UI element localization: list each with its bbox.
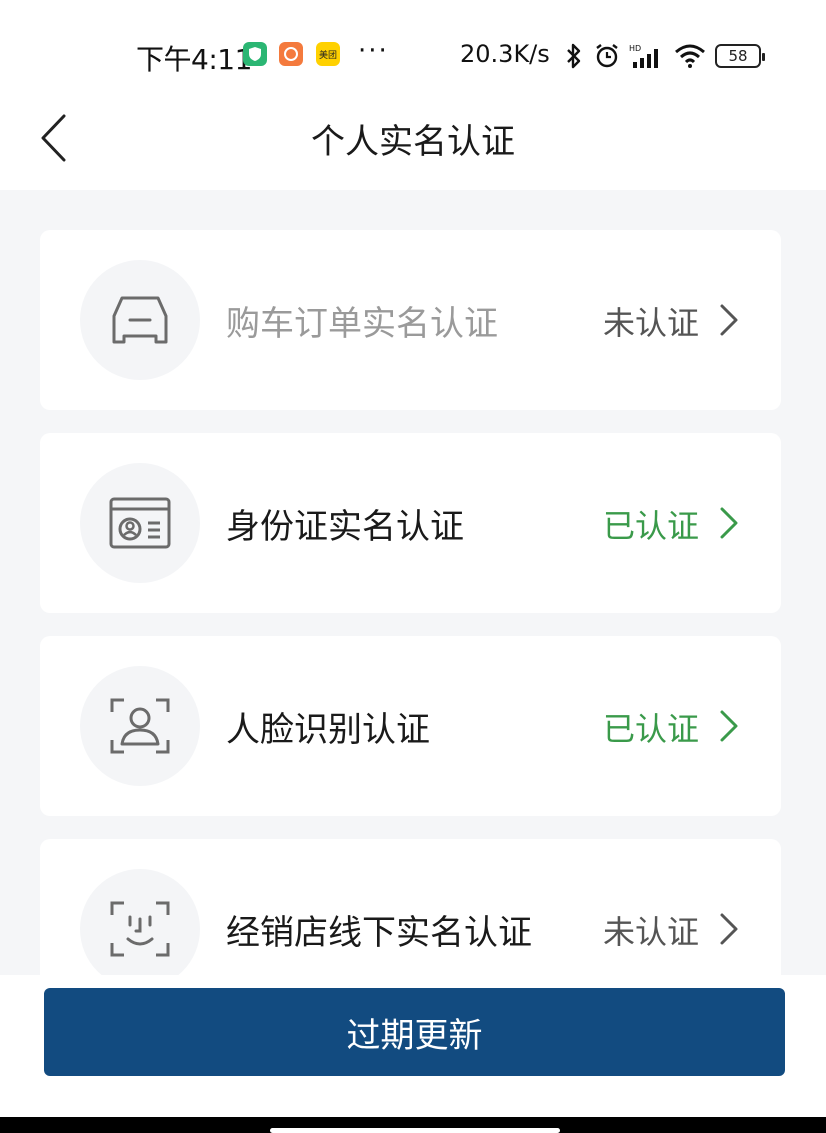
- svg-text:HD: HD: [629, 44, 641, 53]
- id-card-icon: [109, 497, 171, 549]
- meituan-app-icon: 美团: [316, 42, 340, 66]
- item-label: 人脸识别认证: [226, 710, 430, 750]
- list-item-car-order-verification[interactable]: 购车订单实名认证 未认证: [40, 230, 781, 410]
- status-text: 已认证: [602, 507, 699, 545]
- navigation-bar: 个人实名认证: [0, 90, 826, 186]
- page-title: 个人实名认证: [311, 122, 515, 162]
- icon-badge: [80, 260, 200, 380]
- signal-icon: HD: [629, 44, 658, 68]
- status-text: 未认证: [602, 913, 699, 951]
- more-notifications-icon: ···: [358, 36, 389, 66]
- list-item-face-recognition[interactable]: 人脸识别认证 已认证: [40, 636, 781, 816]
- item-label: 购车订单实名认证: [226, 304, 498, 344]
- chevron-right-icon: [720, 507, 738, 539]
- item-label: 身份证实名认证: [226, 507, 464, 547]
- item-label: 经销店线下实名认证: [226, 913, 532, 953]
- alarm-icon: [596, 44, 618, 68]
- icon-badge: [80, 869, 200, 989]
- chevron-right-icon: [720, 710, 738, 742]
- chevron-right-icon: [720, 304, 738, 336]
- taobao-app-icon: [279, 42, 303, 66]
- icon-badge: [80, 666, 200, 786]
- wifi-icon: [675, 44, 705, 68]
- status-icons: HD 58: [563, 40, 765, 72]
- bottom-action-bar: 过期更新: [0, 975, 826, 1117]
- network-speed: 20.3K/s: [460, 40, 550, 68]
- expired-update-button[interactable]: 过期更新: [44, 988, 785, 1076]
- status-text: 未认证: [602, 304, 699, 342]
- car-icon: [112, 296, 168, 344]
- shield-app-icon: [243, 42, 267, 66]
- face-smile-icon: [110, 901, 170, 957]
- status-text: 已认证: [602, 710, 699, 748]
- home-indicator[interactable]: [270, 1128, 560, 1133]
- verification-list: 购车订单实名认证 未认证 身份证实名认证 已认证 人脸识别认证 已认证 经销店线…: [0, 190, 826, 1019]
- chevron-right-icon: [720, 913, 738, 945]
- status-time: 下午4:11: [136, 43, 252, 76]
- list-item-id-card-verification[interactable]: 身份证实名认证 已认证: [40, 433, 781, 613]
- icon-badge: [80, 463, 200, 583]
- face-scan-icon: [110, 698, 170, 754]
- battery-icon: 58: [715, 44, 765, 68]
- bluetooth-icon: [567, 43, 581, 69]
